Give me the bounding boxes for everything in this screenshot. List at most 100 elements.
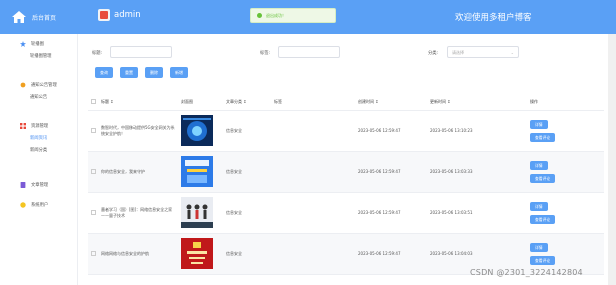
tag-filter-label: 标签: [260, 51, 271, 56]
toast-text: 退出成功！ [266, 12, 286, 18]
row-checkbox[interactable] [91, 127, 96, 133]
row-title: 网络网络与信息安全的护航 [101, 233, 181, 275]
sidebar-item-news[interactable]: 新闻资讯 [0, 132, 78, 144]
detail-button[interactable]: 详情 [530, 119, 548, 129]
row-checkbox[interactable] [91, 209, 96, 215]
sidebar-group-article[interactable]: 文章管理 [0, 179, 78, 191]
delete-button[interactable]: 删除 [145, 67, 163, 78]
title-input[interactable] [110, 46, 172, 58]
welcome-text: 欢迎使用多租户博客 [455, 13, 532, 23]
sidebar-group-label: 系统用户 [31, 203, 49, 208]
sidebar: 轮播图 轮播图管理 通知公告管理 通知公告 资源管理 新闻资讯 新闻分类 文章管… [0, 34, 78, 285]
col-actions: 操作 [530, 94, 604, 111]
row-tag [274, 233, 358, 275]
news-table: 标题 ↕ 封面图 文章分类 ↕ 标签 创建时间 ↕ 更新时间 ↕ 操作 数智时代… [88, 94, 604, 275]
sort-icon: ↕ [243, 98, 247, 104]
col-updated[interactable]: 更新时间 ↕ [430, 94, 530, 111]
sidebar-item-carousel-manage[interactable]: 轮播图管理 [0, 50, 78, 62]
view-comments-button[interactable]: 查看评论 [530, 173, 556, 183]
view-comments-button[interactable]: 查看评论 [530, 255, 556, 265]
title-filter-label: 标题: [92, 51, 103, 56]
row-checkbox[interactable] [91, 250, 96, 256]
view-comments-button[interactable]: 查看评论 [530, 132, 556, 142]
bell-icon [20, 82, 26, 88]
row-updated: 2023-05-06 13:10:23 [430, 110, 530, 152]
page-scrollbar[interactable] [608, 34, 616, 285]
row-title: 数智时代，中国移动提供5G安全网关为系统安全护航！ [101, 110, 181, 152]
sidebar-group-resource[interactable]: 资源管理 [0, 120, 78, 132]
cover-image [181, 115, 213, 146]
star-icon [20, 41, 26, 47]
add-button[interactable]: 新增 [170, 67, 188, 78]
doc-icon [20, 182, 26, 188]
detail-button[interactable]: 详情 [530, 160, 548, 170]
row-title: 墨者学习（国）[图]：网络信息安全之家——量子技术 [101, 192, 181, 234]
row-category: 信息安全 [226, 110, 274, 152]
filter-bar: 标题: 标签: 分类: 请选择 ⌄ [92, 46, 592, 62]
row-cover [181, 233, 226, 275]
row-cover [181, 110, 226, 152]
category-placeholder: 请选择 [452, 50, 464, 55]
row-cover [181, 192, 226, 234]
admin-menu[interactable]: admin [98, 9, 141, 21]
watermark: CSDN @2301_3224142804 [470, 268, 583, 277]
home-label: 后台首页 [32, 14, 57, 22]
table-row: 墨者学习（国）[图]：网络信息安全之家——量子技术 信息安全 2023-05-0… [88, 192, 604, 234]
row-created: 2023-05-06 12:59:47 [358, 151, 430, 193]
detail-button[interactable]: 详情 [530, 201, 548, 211]
user-icon [20, 202, 26, 208]
success-icon [257, 13, 262, 18]
sidebar-group-label: 通知公告管理 [31, 83, 57, 88]
sidebar-group-carousel[interactable]: 轮播图 [0, 38, 78, 50]
reset-button[interactable]: 重置 [120, 67, 138, 78]
sidebar-group-label: 轮播图 [31, 42, 44, 47]
success-toast: 退出成功！ [250, 8, 336, 23]
sort-icon: ↕ [447, 98, 451, 104]
cover-image [181, 156, 213, 187]
sidebar-group-label: 文章管理 [31, 183, 49, 188]
category-select[interactable]: 请选择 ⌄ [447, 46, 519, 58]
cover-image [181, 238, 213, 269]
col-tag: 标签 [274, 94, 358, 111]
sort-icon: ↕ [375, 98, 379, 104]
category-filter-label: 分类: [428, 51, 439, 56]
sidebar-group-notice[interactable]: 通知公告管理 [0, 79, 78, 91]
chevron-down-icon: ⌄ [510, 50, 514, 55]
row-cover [181, 151, 226, 193]
sort-icon: ↕ [110, 98, 114, 104]
view-comments-button[interactable]: 查看评论 [530, 214, 556, 224]
row-updated: 2023-05-06 13:03:51 [430, 192, 530, 234]
row-created: 2023-05-06 12:59:47 [358, 110, 430, 152]
table-row: 数智时代，中国移动提供5G安全网关为系统安全护航！ 信息安全 2023-05-0… [88, 110, 604, 152]
home-icon [12, 11, 26, 23]
main-content: 标题: 标签: 分类: 请选择 ⌄ 查询 重置 删除 新增 标题 ↕ 封面图 文… [80, 34, 610, 285]
col-created[interactable]: 创建时间 ↕ [358, 94, 430, 111]
row-tag [274, 151, 358, 193]
row-created: 2023-05-06 12:59:47 [358, 233, 430, 275]
col-category[interactable]: 文章分类 ↕ [226, 94, 274, 111]
row-created: 2023-05-06 12:59:47 [358, 192, 430, 234]
row-category: 信息安全 [226, 192, 274, 234]
tag-input[interactable] [278, 46, 340, 58]
cover-image [181, 197, 213, 228]
home-link[interactable]: 后台首页 [0, 0, 82, 34]
grid-icon [20, 123, 26, 129]
row-category: 信息安全 [226, 151, 274, 193]
col-title[interactable]: 标题 ↕ [101, 94, 181, 111]
table-row: 你的信息安全，我来守护 信息安全 2023-05-06 12:59:47 202… [88, 151, 604, 193]
top-bar: 后台首页 admin 退出成功！ 欢迎使用多租户博客 [0, 0, 616, 34]
row-tag [274, 110, 358, 152]
detail-button[interactable]: 详情 [530, 242, 548, 252]
select-all-checkbox[interactable] [91, 98, 96, 104]
sidebar-group-user[interactable]: 系统用户 [0, 199, 78, 211]
sidebar-group-label: 资源管理 [31, 124, 49, 129]
admin-label: admin [114, 10, 141, 20]
row-tag [274, 192, 358, 234]
col-cover: 封面图 [181, 94, 226, 111]
row-updated: 2023-05-06 13:03:33 [430, 151, 530, 193]
sidebar-item-news-category[interactable]: 新闻分类 [0, 144, 78, 156]
row-checkbox[interactable] [91, 168, 96, 174]
search-button[interactable]: 查询 [95, 67, 113, 78]
sidebar-item-notice[interactable]: 通知公告 [0, 91, 78, 103]
toolbar: 查询 重置 删除 新增 [95, 67, 195, 78]
